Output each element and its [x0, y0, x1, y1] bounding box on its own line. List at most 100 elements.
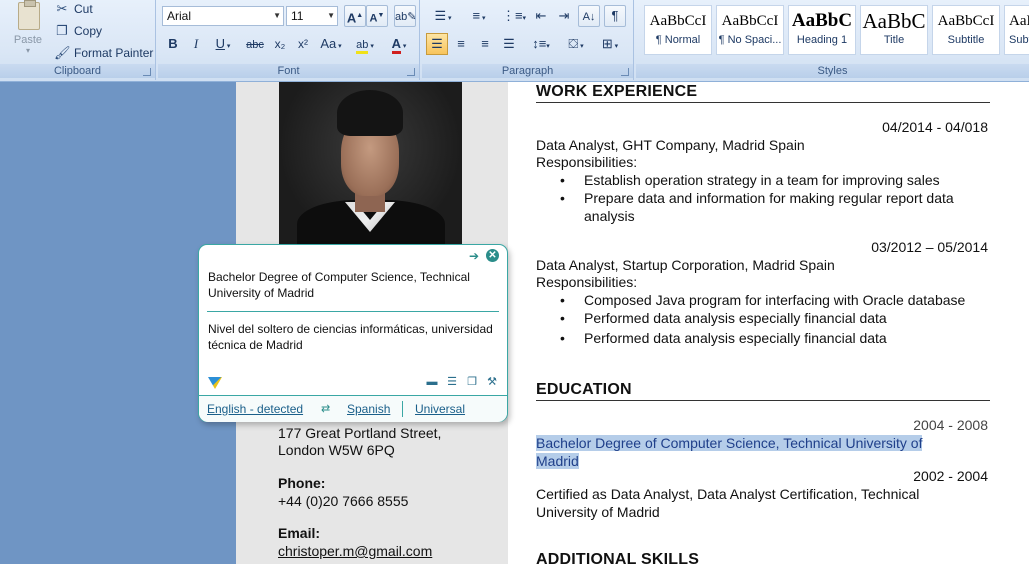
ribbon: Paste ▾ ✂ Cut ❐ Copy 🖌 Format Painter Cl…	[0, 0, 1029, 82]
style-subtle[interactable]: AaBbCcI Subtl	[1004, 5, 1029, 55]
justify-button[interactable]: ☰	[498, 33, 520, 55]
phone-label: Phone:	[278, 475, 326, 491]
borders-button[interactable]: ⊞ ▾	[594, 33, 626, 55]
shrink-font-button[interactable]: A▼	[366, 5, 388, 27]
education-2-text: Certified as Data Analyst, Data Analyst …	[536, 486, 920, 520]
clipboard-group-label: Clipboard	[0, 64, 155, 78]
change-case-button[interactable]: Aa ▾	[316, 33, 346, 55]
justify-icon: ☰	[503, 36, 515, 51]
translation-mode-link[interactable]: Universal	[415, 402, 465, 416]
style-title[interactable]: AaBbC Title	[860, 5, 928, 55]
list-icon[interactable]: ☰	[445, 375, 459, 389]
education-1-text[interactable]: Bachelor Degree of Computer Science, Tec…	[536, 434, 966, 470]
job-2-responsibilities-label: Responsibilities:	[536, 274, 638, 290]
grow-font-button[interactable]: A▲	[344, 5, 366, 27]
source-language-link[interactable]: English - detected	[207, 402, 303, 416]
paragraph-group: ☰ ▾ ≡ ▾ ⋮≡▾ ⇤ ⇥ A↓ ¶ ☰ ≡ ≡ ☰ ↕≡▾ ⛋ ▾ ⊞ ▾…	[422, 0, 634, 80]
style-subtitle[interactable]: AaBbCcI Subtitle	[932, 5, 1000, 55]
font-name-combo[interactable]: Arial ▼	[162, 6, 284, 26]
scissors-icon: ✂	[56, 1, 68, 16]
style-normal[interactable]: AaBbCcI ¶ Normal	[644, 5, 712, 55]
multilevel-list-button[interactable]: ⋮≡▾	[498, 5, 530, 27]
align-left-button[interactable]: ☰	[426, 33, 448, 55]
align-left-icon: ☰	[431, 36, 443, 51]
increase-indent-button[interactable]: ⇥	[553, 5, 575, 27]
sort-button[interactable]: A↓	[578, 5, 600, 27]
decrease-indent-button[interactable]: ⇤	[530, 5, 552, 27]
paintbrush-icon: 🖌	[54, 45, 71, 60]
subscript-button[interactable]: x₂	[269, 33, 291, 55]
email-link[interactable]: christoper.m@gmail.com	[278, 542, 432, 560]
address-line-2: London W5W 6PQ	[278, 442, 395, 458]
align-right-icon: ≡	[481, 36, 489, 51]
superscript-button[interactable]: x²	[292, 33, 314, 55]
show-formatting-button[interactable]: ¶	[604, 5, 626, 27]
sort-icon: A↓	[582, 11, 596, 23]
job-2-position: Data Analyst, Startup Corporation, Madri…	[536, 257, 835, 273]
style-heading-1[interactable]: AaBbC Heading 1	[788, 5, 856, 55]
list-item: Establish operation strategy in a team f…	[560, 171, 994, 189]
address-line-1: 177 Great Portland Street,	[278, 425, 442, 441]
numbering-button[interactable]: ≡ ▾	[462, 5, 496, 27]
align-center-button[interactable]: ≡	[450, 33, 472, 55]
copy-icon[interactable]: ❐	[465, 375, 479, 389]
font-group: Arial ▼ 11 ▼ A▲ A▼ ab✎ B I U ▾ abc x₂ x²…	[158, 0, 420, 80]
list-item: Composed Java program for interfacing wi…	[560, 291, 994, 309]
close-icon[interactable]: ✕	[486, 249, 499, 262]
tools-icon[interactable]: ⚒	[485, 375, 499, 389]
job-2-dates: 03/2012 – 05/2014	[871, 239, 988, 255]
line-spacing-button[interactable]: ↕≡▾	[526, 33, 556, 55]
dialog-launcher-icon[interactable]	[407, 68, 415, 76]
bullets-button[interactable]: ☰ ▾	[426, 5, 460, 27]
swap-languages-icon[interactable]: ⇄	[321, 402, 330, 415]
translator-logo-icon	[208, 377, 222, 389]
translation-popup: ➔ ✕ Bachelor Degree of Computer Science,…	[198, 244, 508, 422]
list-item: Performed data analysis especially finan…	[560, 329, 994, 347]
additional-skills-heading: ADDITIONAL SKILLS	[536, 551, 700, 564]
font-color-button[interactable]: A ▾	[384, 33, 414, 55]
popup-footer: English - detected ⇄ Spanish Universal	[199, 395, 507, 422]
clipboard-group: Paste ▾ ✂ Cut ❐ Copy 🖌 Format Painter Cl…	[0, 0, 156, 80]
email-label: Email:	[278, 525, 321, 541]
decrease-indent-icon: ⇤	[535, 8, 547, 23]
target-language-link[interactable]: Spanish	[347, 402, 390, 416]
align-right-button[interactable]: ≡	[474, 33, 496, 55]
clipboard-icon	[18, 0, 40, 30]
dialog-launcher-icon[interactable]	[621, 68, 629, 76]
font-size-combo[interactable]: 11 ▼	[286, 6, 338, 26]
shading-button[interactable]: ⛋ ▾	[560, 33, 592, 55]
styles-group-label: Styles	[636, 64, 1029, 78]
strikethrough-button[interactable]: abc	[242, 33, 268, 55]
multilevel-list-icon: ⋮≡	[501, 8, 523, 23]
copy-icon: ❐	[56, 23, 68, 38]
education-1-dates: 2004 - 2008	[913, 417, 988, 433]
italic-button[interactable]: I	[185, 33, 207, 55]
dialog-launcher-icon[interactable]	[143, 68, 151, 76]
source-text: Bachelor Degree of Computer Science, Tec…	[208, 270, 470, 300]
job-1-dates: 04/2014 - 04/018	[882, 119, 988, 135]
cut-button[interactable]: ✂ Cut	[54, 0, 93, 18]
copy-button[interactable]: ❐ Copy	[54, 22, 102, 40]
window-icon[interactable]: ▬	[425, 375, 439, 389]
highlight-color-button[interactable]: ab ▾	[350, 33, 380, 55]
clear-formatting-button[interactable]: ab✎	[394, 5, 416, 27]
chevron-down-icon: ▾	[25, 46, 30, 55]
list-item: Performed data analysis especially finan…	[560, 309, 994, 327]
job-1-bullets: Establish operation strategy in a team f…	[560, 171, 994, 225]
eraser-icon: ab✎	[395, 11, 417, 23]
underline-button[interactable]: U ▾	[208, 33, 238, 55]
bold-button[interactable]: B	[162, 33, 184, 55]
style-no-spacing[interactable]: AaBbCcI ¶ No Spaci...	[716, 5, 784, 55]
divider	[402, 401, 403, 417]
bullet-list-icon: ☰	[434, 8, 447, 23]
profile-photo	[279, 82, 462, 244]
align-center-icon: ≡	[457, 36, 465, 51]
pin-icon[interactable]: ➔	[469, 249, 479, 263]
job-1-position: Data Analyst, GHT Company, Madrid Spain	[536, 137, 805, 153]
education-heading: EDUCATION	[536, 381, 990, 401]
format-painter-button[interactable]: 🖌 Format Painter	[54, 44, 153, 62]
translated-text: Nivel del soltero de ciencias informátic…	[208, 322, 493, 352]
paste-button[interactable]: Paste ▾	[6, 0, 50, 62]
pilcrow-icon: ¶	[611, 8, 619, 23]
phone-number: +44 (0)20 7666 8555	[278, 493, 409, 509]
